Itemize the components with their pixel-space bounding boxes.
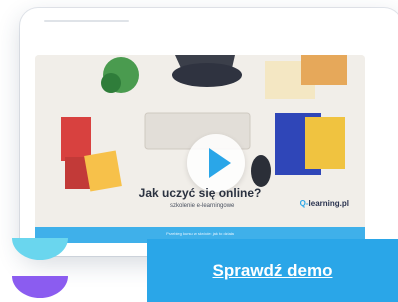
video-bar-text: Przebieg kursu w skrócie: jak to działa xyxy=(166,231,234,236)
brand-logo: Q-learning.pl xyxy=(300,199,349,208)
brand-prefix: Q- xyxy=(299,199,309,208)
frame-line xyxy=(44,20,129,22)
video-headline: Jak uczyć się online? xyxy=(138,186,262,200)
play-button[interactable] xyxy=(187,134,245,192)
play-icon xyxy=(209,148,231,178)
video-subline: szkolenie e-learningowe xyxy=(170,203,235,209)
brand-suffix: learning.pl xyxy=(308,199,349,208)
brand-shape-icon xyxy=(12,238,68,298)
demo-button[interactable]: Sprawdź demo xyxy=(147,239,398,302)
video-thumbnail[interactable]: Jak uczyć się online? szkolenie e-learni… xyxy=(35,55,365,243)
